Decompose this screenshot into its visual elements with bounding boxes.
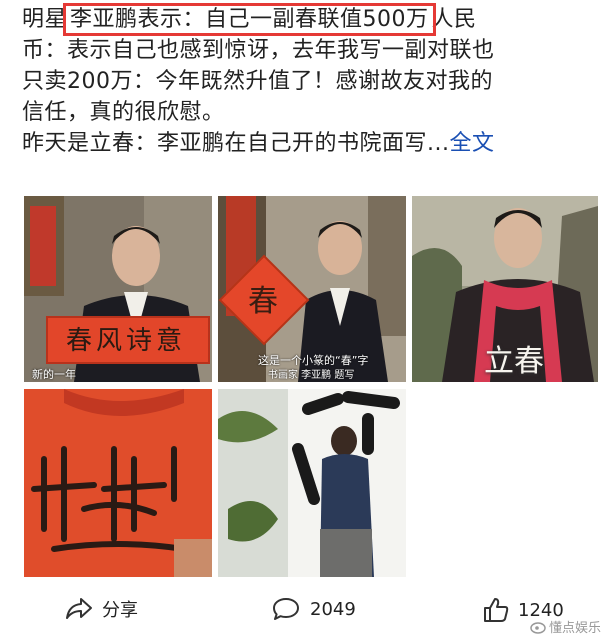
post-action-bar: 分享 2049 1240: [0, 590, 611, 640]
watermark: 懂点娱乐: [530, 617, 601, 636]
photo-3-overlay-text: 立春: [484, 344, 544, 379]
photo-2-diamond-char: 春: [248, 284, 278, 319]
post-line-5-text: 昨天是立春：李亚鹏在自己开的书院面写...: [22, 131, 450, 156]
comment-button[interactable]: 2049: [272, 596, 356, 622]
comment-count: 2049: [310, 598, 356, 620]
post-line-1-suffix: 人民: [431, 7, 477, 32]
share-label: 分享: [102, 600, 138, 621]
weibo-logo-icon: [530, 621, 546, 634]
expand-full-text-link[interactable]: 全文: [449, 131, 494, 156]
post-line-4: 信任，真的很欣慰。: [22, 100, 225, 125]
share-button[interactable]: 分享: [64, 596, 138, 622]
photo-4[interactable]: [24, 389, 212, 577]
post-line-1: 明星 李亚鹏表示：自己一副春联值500万 人民: [22, 3, 597, 36]
post-line-5: 昨天是立春：李亚鹏在自己开的书院面写...全文: [22, 128, 597, 159]
thumbs-up-icon: [484, 598, 509, 622]
post-line-1-prefix: 明星: [22, 7, 68, 32]
photo-1[interactable]: 春风诗意 新的一年: [24, 196, 212, 382]
post-line-3: 只卖200万：今年既然升值了！感谢故友对我的: [22, 69, 493, 94]
photo-5-scene: [218, 389, 406, 577]
watermark-text: 懂点娱乐: [548, 621, 601, 636]
highlighted-headline: 李亚鹏表示：自己一副春联值500万: [63, 3, 436, 36]
photo-5[interactable]: [218, 389, 406, 577]
photo-4-scene: [24, 389, 212, 577]
photo-3[interactable]: 立春: [412, 196, 598, 382]
share-icon: [66, 598, 92, 619]
post-text: 明星 李亚鹏表示：自己一副春联值500万 人民 币：表示自己也感到惊讶，去年我写一副…: [22, 3, 597, 159]
photo-1-caption: 新的一年: [32, 368, 76, 381]
comment-icon: [273, 598, 299, 620]
post-line-2: 币：表示自己也感到惊讶，去年我写一副对联也: [22, 38, 495, 63]
photo-1-banner-text: 春风诗意: [65, 326, 186, 356]
photo-2-caption-line-2: 书画家 李亚鹏 题写: [268, 370, 355, 381]
photo-2[interactable]: 春 这是一个小篆的“春”字 书画家 李亚鹏 题写: [218, 196, 406, 382]
